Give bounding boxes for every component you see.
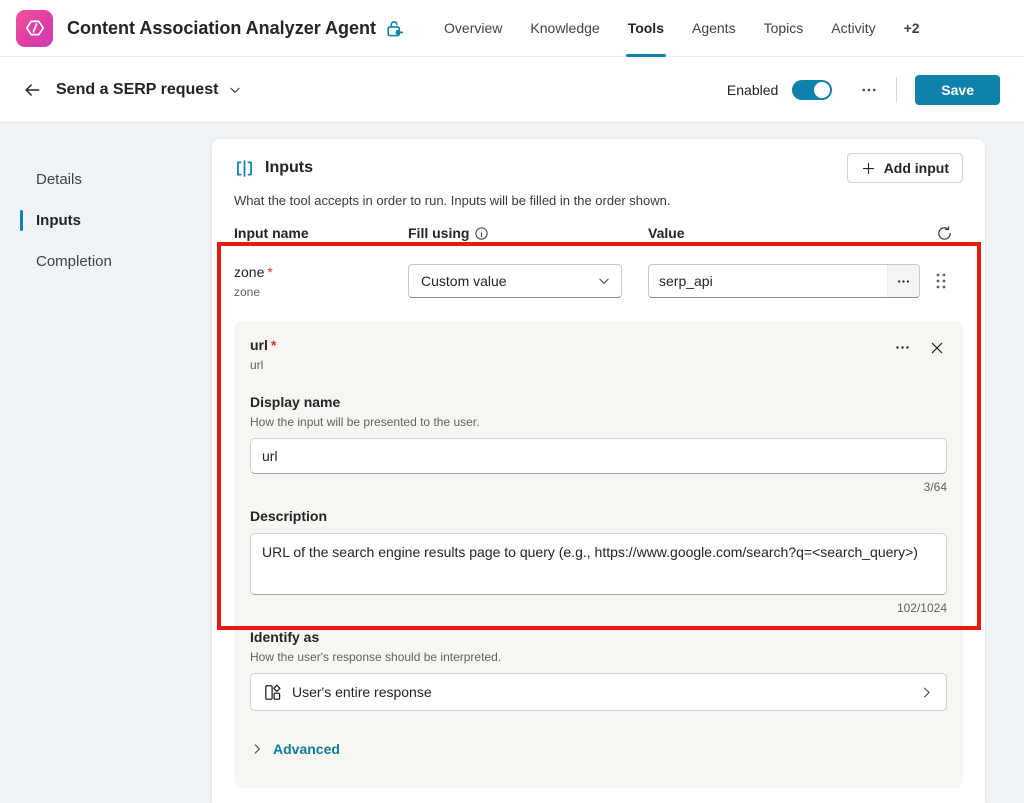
refresh-icon (936, 225, 953, 242)
url-subname: url (250, 358, 276, 372)
description-group: Description URL of the search engine res… (250, 508, 947, 615)
agent-logo (16, 10, 53, 47)
entity-type-icon (263, 683, 282, 702)
description-label: Description (250, 508, 947, 524)
url-card-more-button[interactable] (892, 337, 913, 358)
chevron-right-icon (250, 742, 264, 756)
tool-section-nav: Details Inputs Completion (0, 159, 212, 282)
fill-using-selected: Custom value (421, 273, 507, 289)
enabled-toggle[interactable] (792, 80, 832, 100)
input-row-zone: zone* zone Custom value (234, 264, 963, 299)
enabled-label: Enabled (727, 82, 778, 98)
sidebar-item-completion[interactable]: Completion (0, 241, 212, 282)
tab-tools[interactable]: Tools (614, 0, 678, 57)
refresh-button[interactable] (934, 223, 955, 244)
column-value: Value (648, 225, 934, 241)
save-button[interactable]: Save (915, 75, 1000, 105)
add-input-label: Add input (884, 160, 949, 176)
display-name-counter: 3/64 (250, 480, 947, 494)
fill-using-dropdown[interactable]: Custom value (408, 264, 622, 298)
section-title: Inputs (265, 159, 313, 177)
description-textarea[interactable]: URL of the search engine results page to… (250, 533, 947, 595)
description-counter: 102/1024 (250, 601, 947, 615)
tab-activity[interactable]: Activity (817, 0, 889, 57)
chevron-right-icon (919, 685, 934, 700)
code-hexagon-icon (23, 16, 47, 40)
drag-handle-icon[interactable] (934, 272, 948, 290)
more-ellipsis-icon (860, 81, 878, 99)
zone-value-input[interactable] (649, 265, 887, 297)
content-area: Details Inputs Completion Inputs Ad (0, 123, 1024, 803)
url-input-card: url* url (234, 321, 963, 788)
url-name-cell: url* url (250, 337, 276, 372)
back-button[interactable] (18, 76, 46, 104)
required-asterisk: * (267, 264, 272, 280)
zone-subname: zone (234, 285, 408, 299)
required-asterisk: * (271, 337, 276, 353)
column-header-row: Input name Fill using Value (234, 222, 963, 244)
sidebar-item-details[interactable]: Details (0, 159, 212, 200)
top-nav-tabs: Overview Knowledge Tools Agents Topics A… (430, 0, 934, 57)
info-icon[interactable] (474, 226, 489, 241)
more-ellipsis-icon (894, 339, 911, 356)
column-input-name: Input name (234, 225, 408, 241)
identify-as-group: Identify as How the user's response shou… (250, 629, 947, 711)
identify-as-selector[interactable]: User's entire response (250, 673, 947, 711)
sidebar-item-inputs[interactable]: Inputs (0, 200, 212, 241)
app-header: Content Association Analyzer Agent Overv… (0, 0, 1024, 57)
display-name-help: How the input will be presented to the u… (250, 415, 947, 429)
section-description: What the tool accepts in order to run. I… (234, 193, 963, 208)
tool-toolbar: Send a SERP request Enabled Save (0, 57, 1024, 123)
display-name-group: Display name How the input will be prese… (250, 394, 947, 494)
display-name-input[interactable] (250, 438, 947, 474)
advanced-expander[interactable]: Advanced (250, 741, 340, 757)
identify-as-value: User's entire response (292, 684, 432, 700)
inputs-icon (234, 158, 255, 179)
chevron-down-icon (597, 274, 611, 288)
back-arrow-icon (22, 80, 42, 100)
close-icon (929, 340, 945, 356)
display-name-label: Display name (250, 394, 947, 410)
identify-as-help: How the user's response should be interp… (250, 650, 947, 664)
url-name: url* (250, 337, 276, 353)
plus-icon (861, 161, 876, 176)
zone-value-field (648, 264, 920, 298)
tab-topics[interactable]: Topics (750, 0, 818, 57)
inputs-panel: Inputs Add input What the tool accepts i… (212, 139, 985, 803)
tool-name-chevron-icon[interactable] (228, 83, 242, 97)
tab-overflow-plus2[interactable]: +2 (890, 0, 934, 57)
tool-name: Send a SERP request (56, 81, 218, 99)
tab-overview[interactable]: Overview (430, 0, 516, 57)
toolbar-more-button[interactable] (854, 75, 884, 105)
url-card-close-button[interactable] (927, 338, 947, 358)
page-title: Content Association Analyzer Agent (67, 18, 376, 39)
add-input-button[interactable]: Add input (847, 153, 963, 183)
tab-knowledge[interactable]: Knowledge (516, 0, 613, 57)
tab-agents[interactable]: Agents (678, 0, 750, 57)
authentication-lock-icon (385, 19, 404, 38)
advanced-label: Advanced (273, 741, 340, 757)
zone-name: zone* (234, 264, 408, 280)
zone-name-cell: zone* zone (234, 264, 408, 299)
identify-as-label: Identify as (250, 629, 947, 645)
toolbar-divider (896, 77, 897, 103)
zone-value-more-button[interactable] (887, 265, 919, 297)
column-fill-using: Fill using (408, 225, 648, 241)
toggle-knob (814, 82, 830, 98)
more-ellipsis-icon (896, 274, 911, 289)
